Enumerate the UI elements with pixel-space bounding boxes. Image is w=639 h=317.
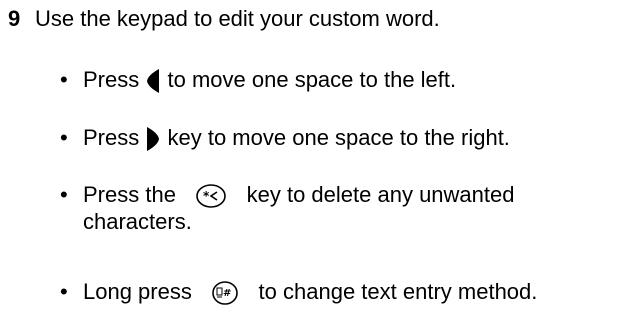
bullet-text: Long press # to change text entry method… bbox=[83, 279, 628, 306]
bullet-marker: • bbox=[60, 67, 68, 92]
bullet-text-after: key to move one space to the right. bbox=[167, 125, 510, 150]
bullet-marker: • bbox=[60, 125, 68, 150]
right-arrow-key-icon bbox=[145, 125, 161, 153]
svg-text:*: * bbox=[203, 189, 210, 203]
left-arrow-key-icon bbox=[145, 67, 161, 95]
bullet-text: Press key to move one space to the right… bbox=[83, 125, 628, 153]
svg-text:#: # bbox=[223, 288, 231, 299]
bullet-text-after: to move one space to the left. bbox=[167, 67, 457, 92]
bullet-text: Press to move one space to the left. bbox=[83, 67, 628, 95]
bullet-text-before: Press the bbox=[83, 182, 176, 207]
step-number: 9 bbox=[8, 6, 21, 31]
bullet-text: Press the * key to delete any unwanted c… bbox=[83, 182, 628, 235]
bullet-text-line2: characters. bbox=[83, 209, 192, 235]
bullet-text-before: Press bbox=[83, 125, 140, 150]
bullet-text-before: Long press bbox=[83, 279, 192, 304]
bullet-marker: • bbox=[60, 182, 68, 207]
bullet-text-after: to change text entry method. bbox=[258, 279, 538, 304]
bullet-marker: • bbox=[60, 279, 68, 304]
hash-key-icon: # bbox=[210, 280, 240, 306]
clear-key-icon: * bbox=[194, 183, 228, 209]
step-text: Use the keypad to edit your custom word. bbox=[35, 6, 440, 31]
bullet-text-before: Press bbox=[83, 67, 140, 92]
bullet-text-after: key to delete any unwanted bbox=[246, 182, 515, 207]
